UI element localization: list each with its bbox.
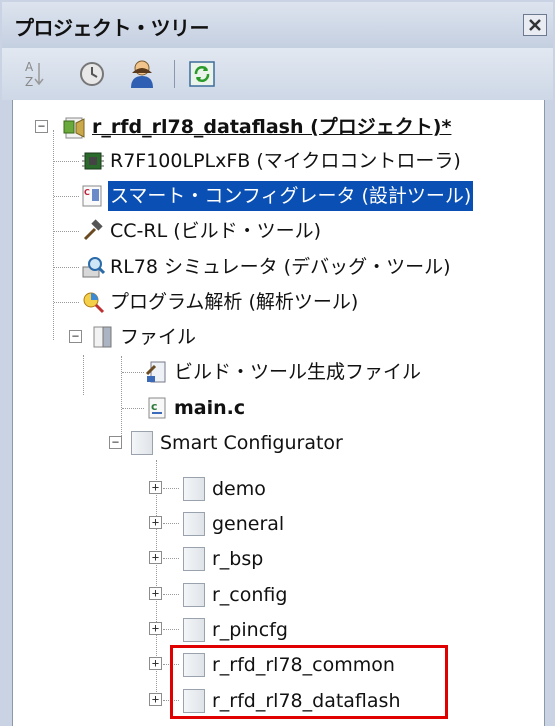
tree-item-label: CC-RL (ビルド・ツール) [110,220,322,242]
tree-item-analysis-tool[interactable]: プログラム解析 (解析ツール) [81,287,360,317]
expand-icon[interactable]: + [149,657,162,670]
panel-title: プロジェクト・ツリー [14,16,210,40]
panel-titlebar: プロジェクト・ツリー [2,2,553,48]
tree-line [54,161,79,162]
tree-line [163,523,179,524]
tree-item-label: general [212,513,285,535]
microcontroller-icon [81,149,105,173]
tree-item-label: RL78 シミュレータ (デバッグ・ツール) [110,256,451,278]
tree-line [54,196,79,197]
user-icon [131,60,153,88]
folder-icon [183,583,207,607]
tree-item-build-tool[interactable]: CC-RL (ビルド・ツール) [81,216,323,246]
tree-item-microcontroller[interactable]: R7F100LPLxFB (マイクロコントローラ) [81,146,463,176]
toolbar-separator [174,60,175,88]
tree-item-folder[interactable]: + r_pincfg [149,615,290,645]
sort-button[interactable]: A Z [18,58,50,90]
smart-configurator-icon: C [81,184,105,208]
tree-item-label: ビルド・ツール生成ファイル [174,361,422,383]
folder-icon [183,477,207,501]
project-label: r_rfd_rl78_dataflash (プロジェクト)* [92,116,452,138]
project-tree: − r_rfd_rl78_dataflash (プロジェクト)* R7F100L… [12,100,545,726]
expand-icon[interactable]: + [149,481,162,494]
tree-line [54,302,79,303]
tree-line [163,488,179,489]
tree-item-label: プログラム解析 (解析ツール) [110,291,359,313]
project-icon [63,115,87,139]
clock-icon [80,62,104,86]
folder-icon [183,618,207,642]
tree-item-debug-tool[interactable]: RL78 シミュレータ (デバッグ・ツール) [81,252,453,282]
tree-line [163,594,179,595]
tree-item-folder[interactable]: + demo [149,474,268,504]
tree-item-label: R7F100LPLxFB (マイクロコントローラ) [110,150,461,172]
tree-item-label: main.c [174,397,246,419]
expand-icon[interactable]: + [149,551,162,564]
tree-item-label: r_bsp [212,548,264,570]
tree-line [122,372,144,373]
tree-line [83,355,84,395]
tree-item-label: r_config [212,584,288,606]
hammer-icon [81,219,105,243]
project-tree-panel: プロジェクト・ツリー A Z − r_rfd_rl78_dataflash (プ… [0,0,555,726]
folder-icon [183,512,207,536]
tree-item-label: スマート・コンフィグレータ (設計ツール) [108,181,474,211]
tree-item-label: demo [212,478,266,500]
svg-text:A: A [25,60,34,74]
highlight-box [170,645,448,719]
user-button[interactable] [126,58,158,90]
tree-line [54,231,79,232]
close-button[interactable] [523,14,547,36]
c-file-icon: c [145,396,169,420]
collapse-icon[interactable]: − [35,120,48,133]
tree-item-build-files[interactable]: ビルド・ツール生成ファイル [145,357,423,387]
debug-icon [81,255,106,279]
svg-text:c: c [151,400,158,413]
tree-item-project[interactable]: − r_rfd_rl78_dataflash (プロジェクト)* [33,112,453,142]
refresh-button[interactable] [186,58,218,90]
svg-text:C: C [84,188,90,197]
sort-az-icon: A Z [25,60,44,89]
tree-line [163,558,179,559]
tree-item-folder[interactable]: + r_bsp [149,544,265,574]
analysis-icon [81,290,105,314]
collapse-icon[interactable]: − [109,436,122,449]
tree-line [54,267,79,268]
tree-item-label: ファイル [120,326,197,348]
tree-line [122,408,144,409]
tree-item-folder[interactable]: + general [149,509,286,539]
tree-item-label: Smart Configurator [160,432,343,454]
refresh-icon [189,61,215,87]
tree-item-files[interactable]: − ファイル [69,322,198,352]
folder-open-icon [91,325,115,349]
tree-item-main-c[interactable]: c main.c [145,393,247,423]
folder-icon [131,431,155,455]
tree-item-folder[interactable]: + r_config [149,580,289,610]
close-icon [529,19,541,31]
svg-text:Z: Z [25,75,33,89]
folder-icon [183,547,207,571]
expand-icon[interactable]: + [149,516,162,529]
panel-toolbar: A Z [2,48,553,100]
expand-icon[interactable]: + [149,693,162,706]
tree-item-smart-configurator-folder[interactable]: − Smart Configurator [109,428,345,458]
tree-item-smart-configurator-tool[interactable]: C スマート・コンフィグレータ (設計ツール) [81,181,474,211]
expand-icon[interactable]: + [149,622,162,635]
expand-icon[interactable]: + [149,587,162,600]
collapse-icon[interactable]: − [69,330,82,343]
tree-item-label: r_pincfg [212,619,288,641]
build-files-icon [145,360,169,384]
tree-line [163,629,179,630]
history-button[interactable] [76,58,108,90]
